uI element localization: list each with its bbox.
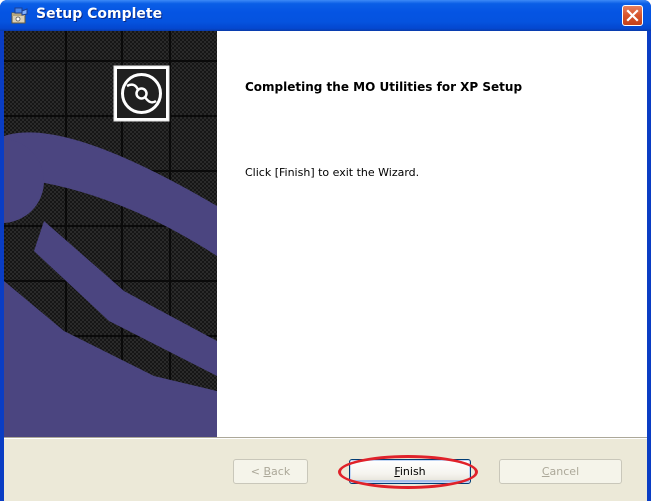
exit-instruction-text: Click [Finish] to exit the Wizard. — [245, 166, 420, 179]
setup-window: Setup Complete Completing the MO Utiliti… — [0, 0, 651, 501]
installer-package-icon — [10, 6, 29, 25]
close-icon — [626, 9, 639, 22]
window-title: Setup Complete — [36, 6, 163, 22]
cancel-button-label: ancel — [549, 465, 580, 478]
back-button-label: ack — [271, 465, 291, 478]
wizard-client-area: Completing the MO Utilities for XP Setup… — [4, 31, 647, 501]
cd-disc-icon — [113, 65, 170, 122]
title-bar[interactable]: Setup Complete — [0, 0, 651, 31]
wizard-banner-image — [4, 31, 217, 437]
back-button[interactable]: < Back — [233, 459, 308, 484]
back-button-mnemonic: B — [263, 465, 272, 478]
cancel-button[interactable]: Cancel — [499, 459, 622, 484]
completion-heading: Completing the MO Utilities for XP Setup — [245, 80, 523, 94]
cancel-button-mnemonic: C — [541, 465, 550, 478]
back-button-prefix: < — [250, 465, 264, 478]
finish-button[interactable]: Finish — [349, 459, 471, 484]
close-button[interactable] — [622, 5, 643, 26]
finish-button-label: inish — [399, 465, 426, 478]
button-bar: < Back Finish Cancel — [4, 439, 647, 501]
